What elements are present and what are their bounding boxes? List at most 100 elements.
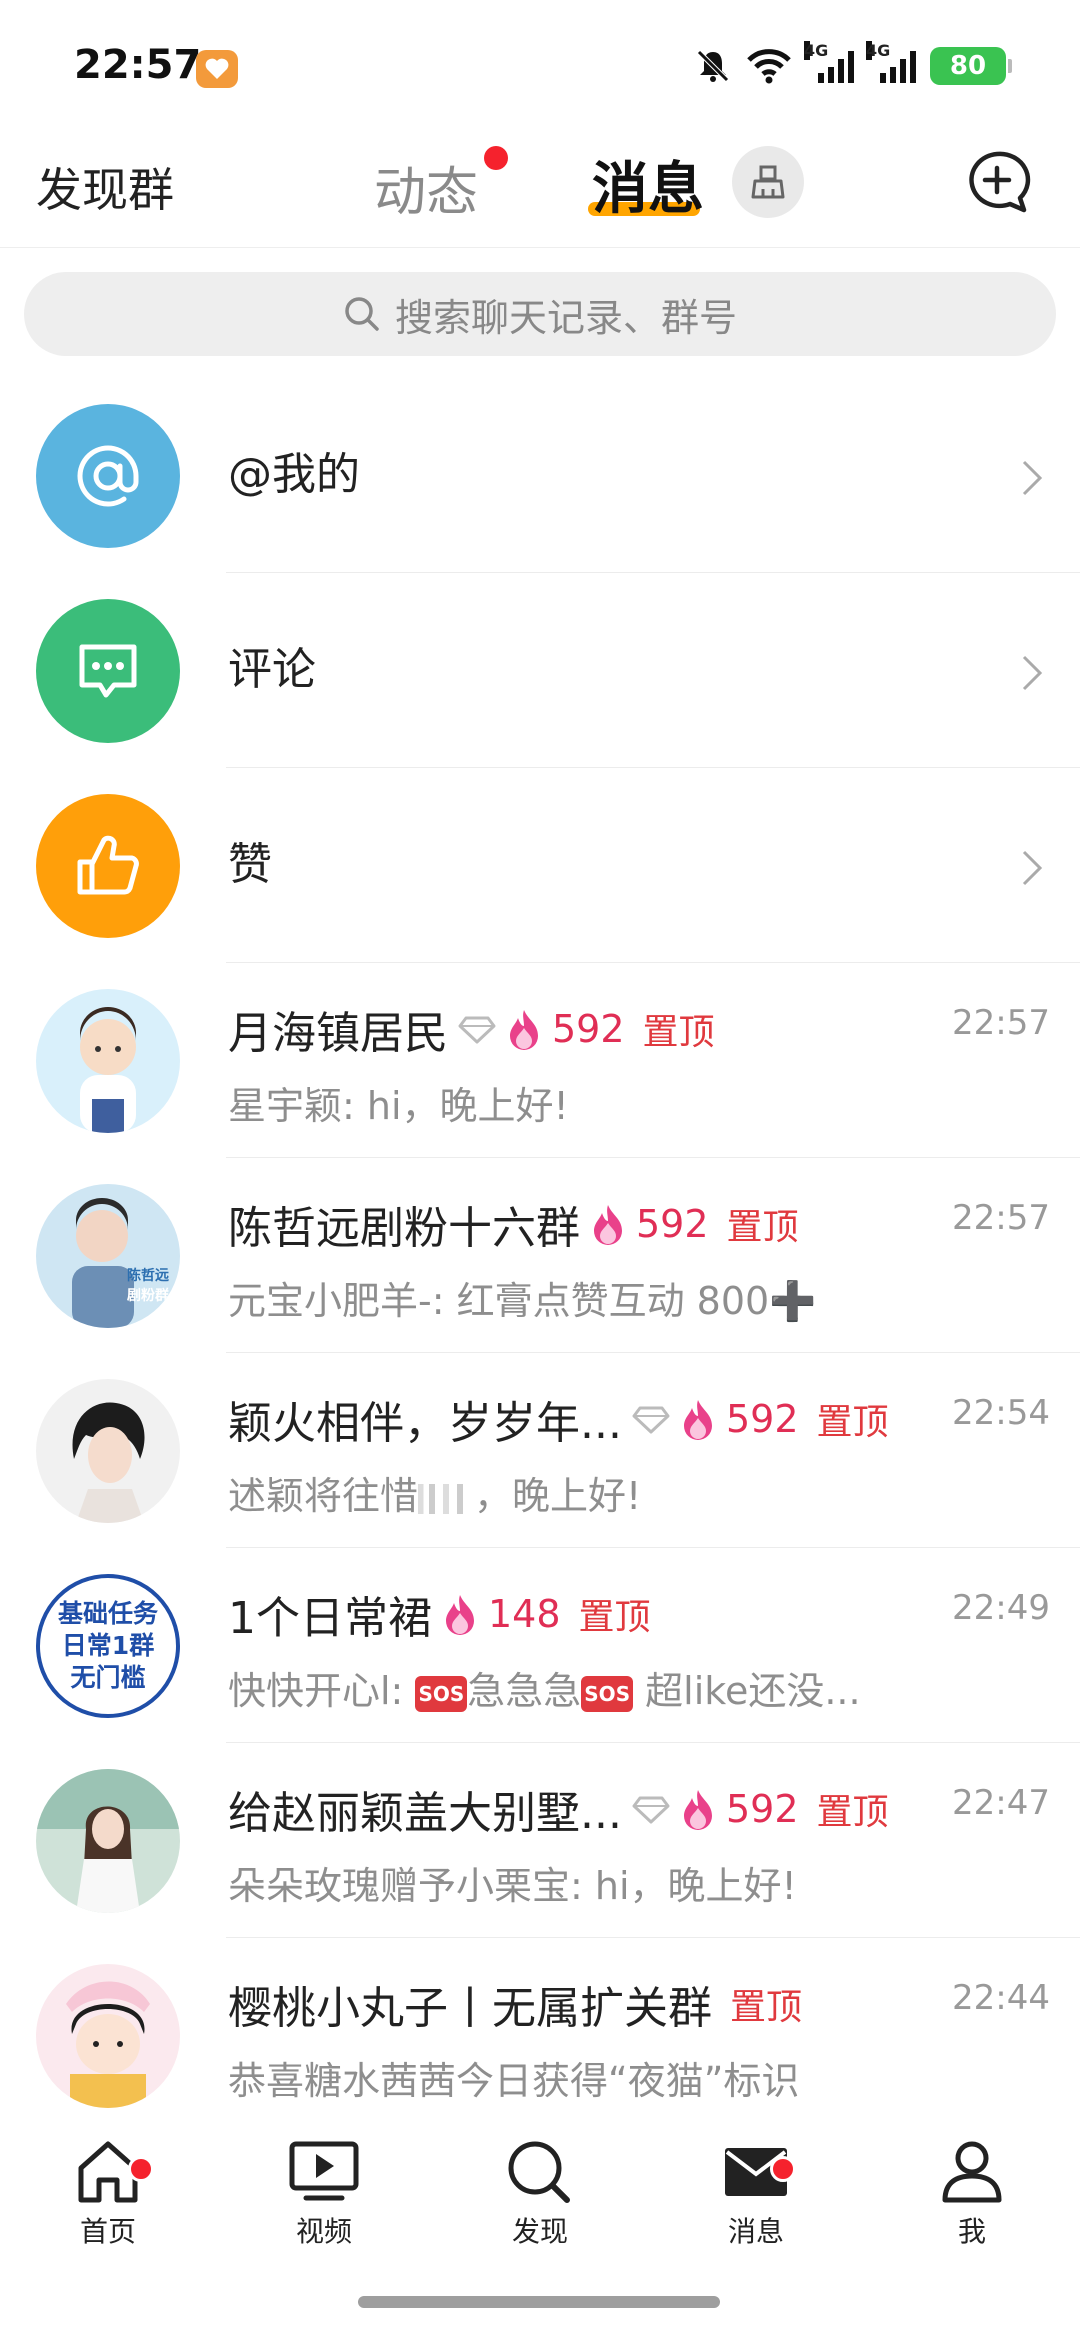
avatar: 基础任务 日常1群 无门槛 <box>36 1574 180 1718</box>
message-list: @我的 评论 赞 月海镇居民 592 置顶 22:57 星宇颖: hi，晚上好!… <box>0 378 1080 2133</box>
nav-label: 我 <box>957 2215 986 2248</box>
hot-count: 148 <box>488 1592 561 1636</box>
nav-badge <box>128 2156 154 2182</box>
hot-count: 592 <box>552 1007 625 1051</box>
chat-preview: 星宇颖: hi，晚上好! <box>228 1084 569 1128</box>
chat-title-line: 给赵丽颖盖大别墅... 592 置顶 <box>228 1779 930 1839</box>
avatar-text: 基础任务 <box>58 1599 158 1628</box>
video-icon <box>289 2141 359 2201</box>
avatar <box>36 1379 180 1523</box>
chat-preview: 恭喜糖水茜茜今日获得“夜猫”标识 <box>228 2059 800 2103</box>
nav-label: 消息 <box>727 2215 784 2248</box>
chat-title-line: 陈哲远剧粉十六群 592 置顶 <box>228 1194 930 1254</box>
avatar-text: 日常1群 <box>62 1631 154 1660</box>
shortcut-comments[interactable]: 评论 <box>0 573 1080 768</box>
discover-search-icon <box>508 2141 570 2203</box>
chat-item[interactable]: 颖火相伴，岁岁年... 592 置顶 22:54 述颖将往惜 ，晚上好! <box>0 1353 1080 1548</box>
sos-emoji: SOS <box>415 1675 468 1712</box>
chat-title-line: 樱桃小丸子丨无属扩关群 置顶 <box>228 1974 930 2034</box>
wifi-icon <box>747 49 791 84</box>
chat-name: 陈哲远剧粉十六群 <box>228 1203 580 1254</box>
chat-item[interactable]: 陈哲远 剧粉群 陈哲远剧粉十六群 592 置顶 22:57 元宝小肥羊-: 红膏… <box>0 1158 1080 1353</box>
app-notification-icon <box>196 50 238 88</box>
chat-name: 1个日常裙 <box>228 1593 432 1644</box>
pinned-label: 置顶 <box>578 1597 651 1638</box>
network-type-label: 4G <box>804 41 829 60</box>
flame-icon <box>510 1010 538 1050</box>
mute-bell-icon <box>697 50 729 82</box>
chat-preview-text: 超like还没... <box>633 1669 861 1713</box>
hot-count: 592 <box>725 1787 799 1831</box>
nav-home[interactable]: 首页 <box>48 2138 168 2268</box>
avatar <box>36 1964 180 2108</box>
discover-group-button[interactable]: 发现群 <box>36 154 174 220</box>
shortcut-label: @我的 <box>228 449 360 500</box>
shortcut-label: 赞 <box>228 839 272 890</box>
tab-dongtai-badge <box>484 146 508 170</box>
tab-dongtai[interactable]: 动态 <box>374 150 478 225</box>
tab-xiaoxi[interactable]: 消息 <box>592 144 704 225</box>
status-bar: 22:57 4G 4G 80 <box>0 0 1080 130</box>
flame-icon <box>446 1595 474 1635</box>
nav-messages[interactable]: 消息 <box>696 2138 816 2268</box>
avatar: 陈哲远 剧粉群 <box>36 1184 180 1328</box>
nav-discover[interactable]: 发现 <box>480 2138 600 2268</box>
search-placeholder: 搜索聊天记录、群号 <box>394 295 737 340</box>
profile-icon <box>942 2141 1002 2203</box>
search-input[interactable]: 搜索聊天记录、群号 <box>24 272 1056 356</box>
battery-indicator: 80 <box>930 47 1012 85</box>
chat-time: 22:49 <box>952 1588 1050 1628</box>
nav-video[interactable]: 视频 <box>264 2138 384 2268</box>
pinned-label: 置顶 <box>726 1207 799 1248</box>
search-icon <box>345 297 379 331</box>
new-chat-button[interactable] <box>962 148 1032 218</box>
shortcut-likes[interactable]: 赞 <box>0 768 1080 963</box>
clear-unread-button[interactable] <box>732 146 804 218</box>
nav-label: 发现 <box>511 2215 568 2248</box>
chat-preview: 快快开心l: SOS急急急 SOS 超like还没... <box>228 1660 960 1715</box>
chat-item[interactable]: 基础任务 日常1群 无门槛 1个日常裙 148 置顶 22:49 快快开心l: … <box>0 1548 1080 1743</box>
pinned-label: 置顶 <box>816 1402 889 1443</box>
chat-time: 22:44 <box>952 1978 1050 2018</box>
avatar <box>36 1769 180 1913</box>
chat-preview: 元宝小肥羊-: 红膏点赞互动 800➕ <box>228 1279 817 1323</box>
status-indicators: 4G 4G 80 <box>694 41 1012 88</box>
thumbs-up-icon <box>36 794 180 938</box>
chat-name: 给赵丽颖盖大别墅... <box>228 1788 622 1839</box>
redacted-text <box>418 1483 475 1514</box>
chat-name: 月海镇居民 <box>228 1008 448 1059</box>
chat-time: 22:57 <box>952 1198 1050 1238</box>
broom-icon <box>751 165 785 199</box>
chat-preview: 述颖将往惜 ，晚上好! <box>228 1465 960 1520</box>
avatar-text: 陈哲远 <box>127 1267 169 1284</box>
pinned-label: 置顶 <box>816 1792 889 1833</box>
cellular-signal-2-icon: 4G <box>866 41 916 83</box>
chat-time: 22:47 <box>952 1783 1050 1823</box>
diamond-icon <box>632 1796 670 1824</box>
home-indicator[interactable] <box>358 2296 720 2308</box>
shortcut-mentions[interactable]: @我的 <box>0 378 1080 573</box>
pinned-label: 置顶 <box>642 1012 715 1053</box>
chat-item[interactable]: 樱桃小丸子丨无属扩关群 置顶 22:44 恭喜糖水茜茜今日获得“夜猫”标识 <box>0 1938 1080 2133</box>
avatar-text: 剧粉群 <box>127 1287 169 1304</box>
chat-name: 颖火相伴，岁岁年... <box>228 1398 622 1449</box>
add-chat-icon <box>969 151 1031 213</box>
flame-icon <box>594 1205 622 1245</box>
at-icon <box>36 404 180 548</box>
bottom-navigation: 首页 视频 发现 消息 我 <box>0 2118 1080 2337</box>
nav-profile[interactable]: 我 <box>912 2138 1032 2268</box>
chat-item[interactable]: 给赵丽颖盖大别墅... 592 置顶 22:47 朵朵玫瑰赠予小栗宝: hi，晚… <box>0 1743 1080 1938</box>
chat-title-line: 月海镇居民 592 置顶 <box>228 999 930 1059</box>
sos-emoji: SOS <box>581 1675 634 1712</box>
network-type-label: 4G <box>866 41 891 60</box>
chat-item[interactable]: 月海镇居民 592 置顶 22:57 星宇颖: hi，晚上好! <box>0 963 1080 1158</box>
chat-preview: 朵朵玫瑰赠予小栗宝: hi，晚上好! <box>228 1864 797 1908</box>
avatar-text: 无门槛 <box>70 1663 145 1692</box>
avatar <box>36 989 180 1133</box>
chat-title-line: 1个日常裙 148 置顶 <box>228 1584 930 1644</box>
hot-count: 592 <box>636 1202 709 1246</box>
chevron-right-icon <box>1022 460 1043 496</box>
chat-time: 22:57 <box>952 1003 1050 1043</box>
nav-badge <box>770 2156 796 2182</box>
cellular-signal-1-icon: 4G <box>804 41 854 83</box>
